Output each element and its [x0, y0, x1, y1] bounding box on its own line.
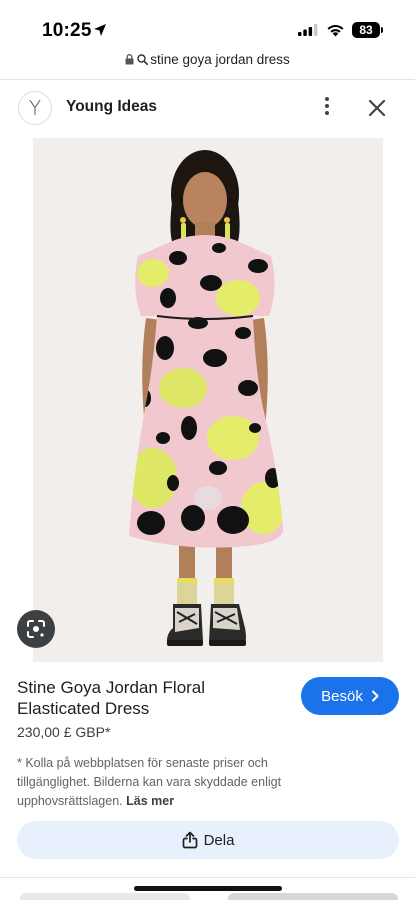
status-bar: 10:25 83	[0, 0, 415, 52]
dress-photo-icon	[129, 150, 284, 646]
read-more-link[interactable]: Läs mer	[126, 794, 174, 808]
divider	[0, 877, 415, 878]
price-disclaimer: * Kolla på webbplatsen för senaste prise…	[17, 754, 307, 811]
battery-tip	[381, 27, 383, 33]
share-button[interactable]: Dela	[17, 821, 399, 859]
product-price: 230,00 £ GBP*	[17, 724, 111, 740]
more-dot	[325, 111, 329, 115]
url-query: stine goya jordan dress	[150, 52, 290, 67]
visit-button[interactable]: Besök	[301, 677, 399, 715]
lens-icon	[27, 620, 45, 638]
location-arrow-icon	[94, 24, 106, 36]
more-dot	[325, 97, 329, 101]
related-result-thumbnail[interactable]	[20, 893, 190, 900]
product-title: Stine Goya Jordan Floral Elasticated Dre…	[17, 678, 206, 718]
wifi-icon	[327, 25, 344, 37]
google-lens-button[interactable]	[17, 610, 55, 648]
close-icon[interactable]	[366, 97, 388, 119]
status-time: 10:25	[42, 20, 92, 41]
related-result-thumbnail[interactable]	[228, 893, 398, 900]
cellular-signal-icon	[298, 24, 318, 36]
visit-label: Besök	[321, 687, 363, 705]
url-bar[interactable]: stine goya jordan dress	[0, 52, 415, 78]
product-image[interactable]	[33, 138, 383, 662]
chevron-right-icon	[371, 690, 379, 702]
lock-icon	[125, 54, 134, 65]
battery-icon: 83	[352, 22, 380, 38]
share-icon	[182, 831, 197, 849]
more-dot	[325, 104, 329, 108]
share-label: Dela	[203, 831, 235, 849]
home-indicator[interactable]	[134, 886, 282, 891]
source-name[interactable]: Young Ideas	[66, 98, 157, 116]
divider	[0, 79, 415, 80]
source-logo[interactable]: Y	[18, 91, 52, 125]
more-options-button[interactable]	[316, 94, 338, 122]
search-icon	[137, 54, 149, 65]
